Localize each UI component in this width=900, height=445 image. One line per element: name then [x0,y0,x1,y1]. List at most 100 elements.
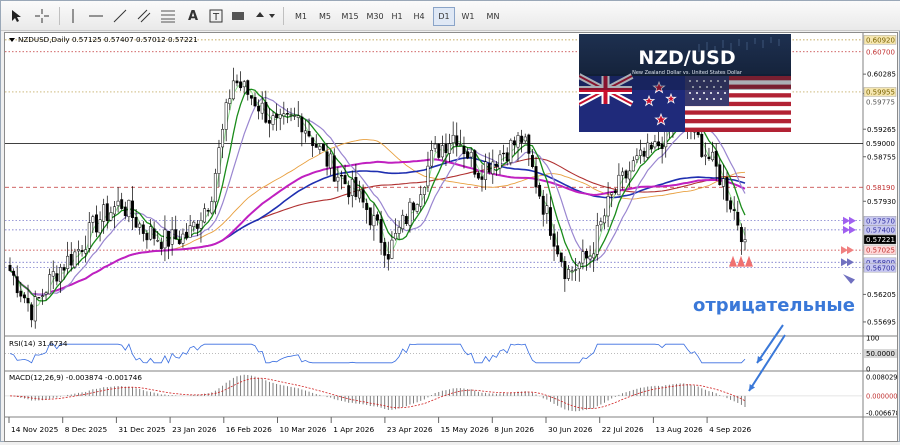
candle [534,156,538,194]
timeframe-w1[interactable]: W1 [457,7,479,26]
candle [152,221,156,246]
terminal-window: A T M1 M5 M15 M30 H1 H4 D1 W1 MN 14 Nov 2025 8 De… [0,0,900,442]
candle [15,265,19,298]
candle [545,193,549,224]
price-level-label: 0.57570 [863,216,897,226]
timeframe-h4[interactable]: H4 [409,7,429,26]
timeframe-h1[interactable]: H1 [387,7,407,26]
candle [109,206,113,222]
arrows-tool[interactable] [253,6,277,26]
candle [422,186,426,204]
candle [487,152,491,175]
svg-text:0.59775: 0.59775 [866,98,895,106]
fibonacci-tool[interactable] [159,6,177,26]
candle [271,111,275,131]
svg-text:100: 100 [866,335,879,343]
candle [300,113,304,147]
candle [278,108,282,131]
timeframe-m1[interactable]: M1 [290,7,312,26]
svg-text:0.57400: 0.57400 [866,226,895,234]
rectangle-tool[interactable] [229,6,247,26]
price-level-label: 0.59000 [864,139,896,148]
candle [120,192,124,210]
fibonacci-icon [161,10,175,23]
candle [404,213,408,226]
svg-text:T: T [212,12,220,23]
timeframe-m5[interactable]: M5 [314,7,336,26]
candle [642,147,646,163]
horizontal-line-tool[interactable] [87,6,105,26]
candle [462,136,466,169]
banner-title: NZD/USD [638,47,735,69]
annotation-negative: отрицательные [693,295,855,316]
date-label: 31 Dec 2025 [118,425,166,434]
svg-text:0: 0 [866,366,870,374]
date-label: 13 Aug 2026 [655,425,703,434]
svg-text:50.0000: 50.0000 [866,350,895,358]
timeframe-m15[interactable]: M15 [338,7,362,26]
candle [354,163,358,201]
candle [66,241,70,275]
trendline-tool[interactable] [111,6,129,26]
candle [296,101,300,128]
candle [743,227,747,251]
candle [419,185,423,212]
date-label: 4 Sep 2026 [709,425,751,434]
candle [51,260,55,290]
price-tick: 0.57930 [867,198,896,206]
date-label: 8 Dec 2025 [65,425,108,434]
candle [322,144,325,151]
timeframe-d1[interactable]: D1 [433,7,455,26]
candle [30,302,34,328]
price-tick: 0.56205 [867,291,896,299]
candle [653,134,657,150]
candle [606,182,610,228]
candle [509,138,513,166]
candle [657,130,660,151]
candle [239,71,243,91]
price-tick: 0.60285 [867,71,896,79]
candle [448,133,452,163]
chart-window[interactable]: 14 Nov 2025 8 Dec 2025 31 Dec 2025 23 Jan 2… [4,32,900,442]
candle [163,215,167,262]
candle [559,252,563,267]
candle [188,214,192,238]
timeframe-mn[interactable]: MN [481,7,505,26]
candle [113,200,116,228]
candle [736,200,740,231]
timeframe-m30[interactable]: M30 [363,7,387,26]
support-markers-icon [729,255,753,267]
candle [473,149,477,178]
candle [325,143,329,176]
label-tool[interactable]: T [207,6,225,26]
candle [603,208,606,230]
candle [372,203,376,241]
rsi-axis-label: 100 [866,335,879,343]
candle [282,101,286,125]
cursor-tool[interactable] [9,6,25,26]
macd-label: MACD(12,26,9) -0.003874 -0.001746 [9,373,142,382]
price-level-label: 0.59775 [864,97,896,106]
vertical-line-icon [72,9,74,23]
svg-text:0.60920: 0.60920 [866,36,895,44]
price-tick: 0.55695 [867,319,896,327]
macd-axis-label: 0.008029 [866,374,897,382]
channel-tool[interactable] [135,6,153,26]
candle [426,151,430,193]
channel-icon [137,9,151,23]
candle [527,133,531,166]
candle [95,205,98,238]
candle [167,231,170,260]
date-label: 10 Mar 2026 [280,425,327,434]
vertical-line-tool[interactable] [65,6,81,26]
candle [91,214,95,234]
date-label: 22 Jul 2026 [602,425,644,434]
candle [476,171,480,180]
crosshair-tool[interactable] [33,6,51,26]
macd-axis-label: -0.006678 [866,410,900,418]
text-tool[interactable]: A [185,6,201,26]
annotation-arrow-macd-icon [748,334,786,392]
candle [311,137,315,157]
chart-toolbar: A T M1 M5 M15 M30 H1 H4 D1 W1 MN [1,1,900,31]
rsi-axis-label: 0 [866,366,870,374]
